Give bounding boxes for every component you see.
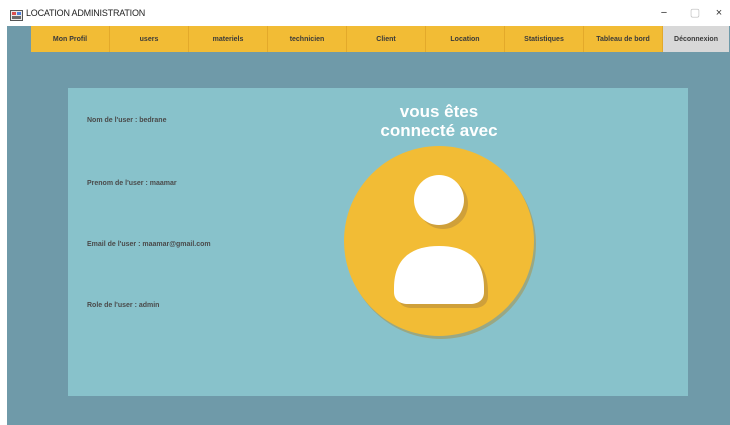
main-frame: Mon Profil users materiels technicien Cl… bbox=[7, 26, 730, 425]
title-bar: LOCATION ADMINISTRATION − ▢ × bbox=[0, 0, 730, 26]
headline-line-1: vous êtes bbox=[399, 102, 479, 121]
headline-line-2: connecté avec bbox=[380, 121, 498, 140]
app-icon bbox=[10, 8, 23, 21]
menu-materiels[interactable]: materiels bbox=[189, 26, 268, 52]
menu-technicien[interactable]: technicien bbox=[268, 26, 347, 52]
user-prenom-label: Prenom de l'user : maamar bbox=[87, 180, 177, 187]
menu-tableau-de-bord[interactable]: Tableau de bord bbox=[584, 26, 663, 52]
close-button[interactable]: × bbox=[708, 4, 730, 22]
user-role-label: Role de l'user : admin bbox=[87, 302, 160, 309]
window-title: LOCATION ADMINISTRATION bbox=[26, 8, 146, 18]
minimize-button[interactable]: − bbox=[653, 4, 675, 22]
profile-panel: Nom de l'user : bedrane Prenom de l'user… bbox=[68, 88, 688, 396]
menu-client[interactable]: Client bbox=[347, 26, 426, 52]
menu-users[interactable]: users bbox=[110, 26, 189, 52]
user-avatar-icon bbox=[344, 146, 538, 347]
connected-headline: vous êtes connecté avec bbox=[349, 102, 529, 140]
menu-bar: Mon Profil users materiels technicien Cl… bbox=[31, 26, 729, 52]
user-email-label: Email de l'user : maamar@gmail.com bbox=[87, 241, 211, 248]
maximize-button[interactable]: ▢ bbox=[684, 4, 706, 22]
menu-location[interactable]: Location bbox=[426, 26, 505, 52]
menu-mon-profil[interactable]: Mon Profil bbox=[31, 26, 110, 52]
menu-deconnexion[interactable]: Déconnexion bbox=[663, 26, 729, 52]
menu-statistiques[interactable]: Statistiques bbox=[505, 26, 584, 52]
user-nom-label: Nom de l'user : bedrane bbox=[87, 117, 167, 124]
